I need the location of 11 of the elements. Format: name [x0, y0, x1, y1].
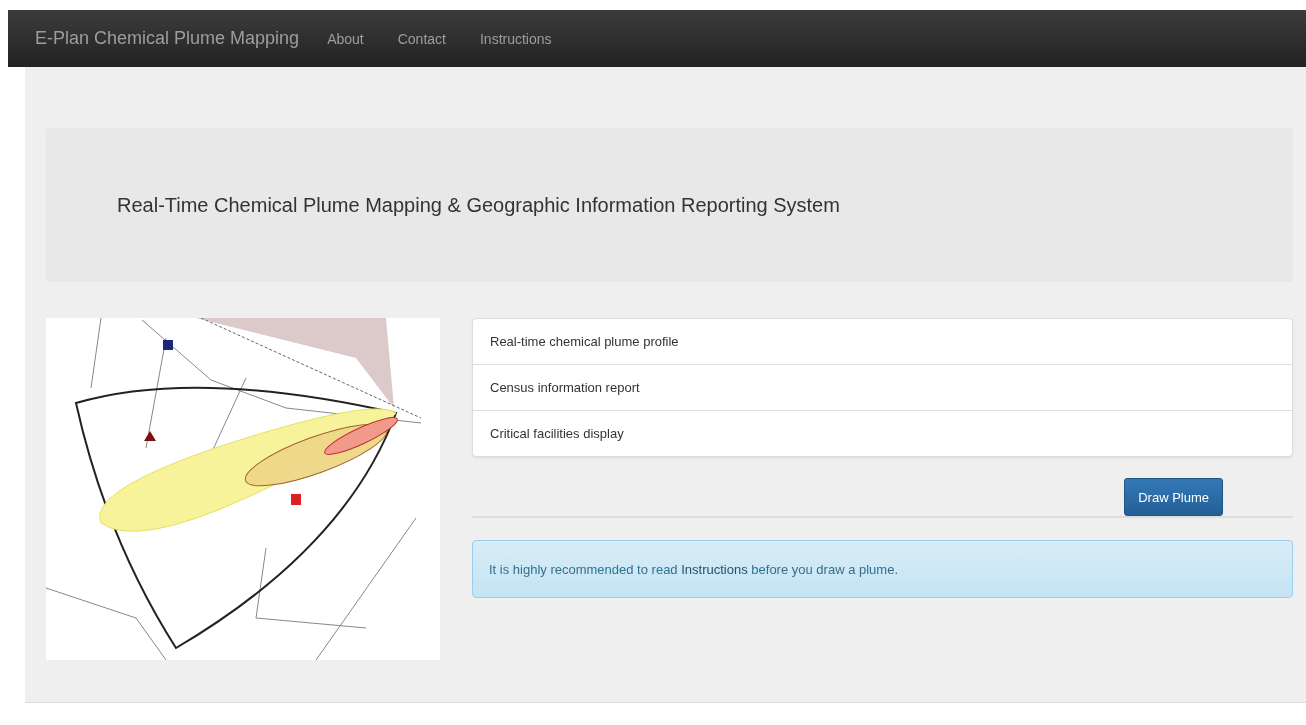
feature-item[interactable]: Critical facilities display	[473, 410, 1292, 456]
nav-link[interactable]: About	[327, 30, 364, 47]
nav-link[interactable]: Instructions	[479, 30, 552, 47]
feature-item[interactable]: Real-time chemical plume profile	[473, 319, 1292, 364]
alert-message: It is highly recommended to read Instructions before you draw a plume.	[489, 561, 898, 577]
instructions-link[interactable]: Instructions	[681, 561, 748, 577]
page-heading: Real-Time Chemical Plume Mapping & Geographic Information Reporting System	[117, 193, 840, 217]
feature-item[interactable]: Census information report	[473, 364, 1292, 410]
draw-plume-button[interactable]: Draw Plume	[1124, 478, 1223, 516]
brand-link[interactable]: E-Plan Chemical Plume Mapping	[35, 28, 300, 49]
nav-link[interactable]: Contact	[397, 30, 446, 47]
